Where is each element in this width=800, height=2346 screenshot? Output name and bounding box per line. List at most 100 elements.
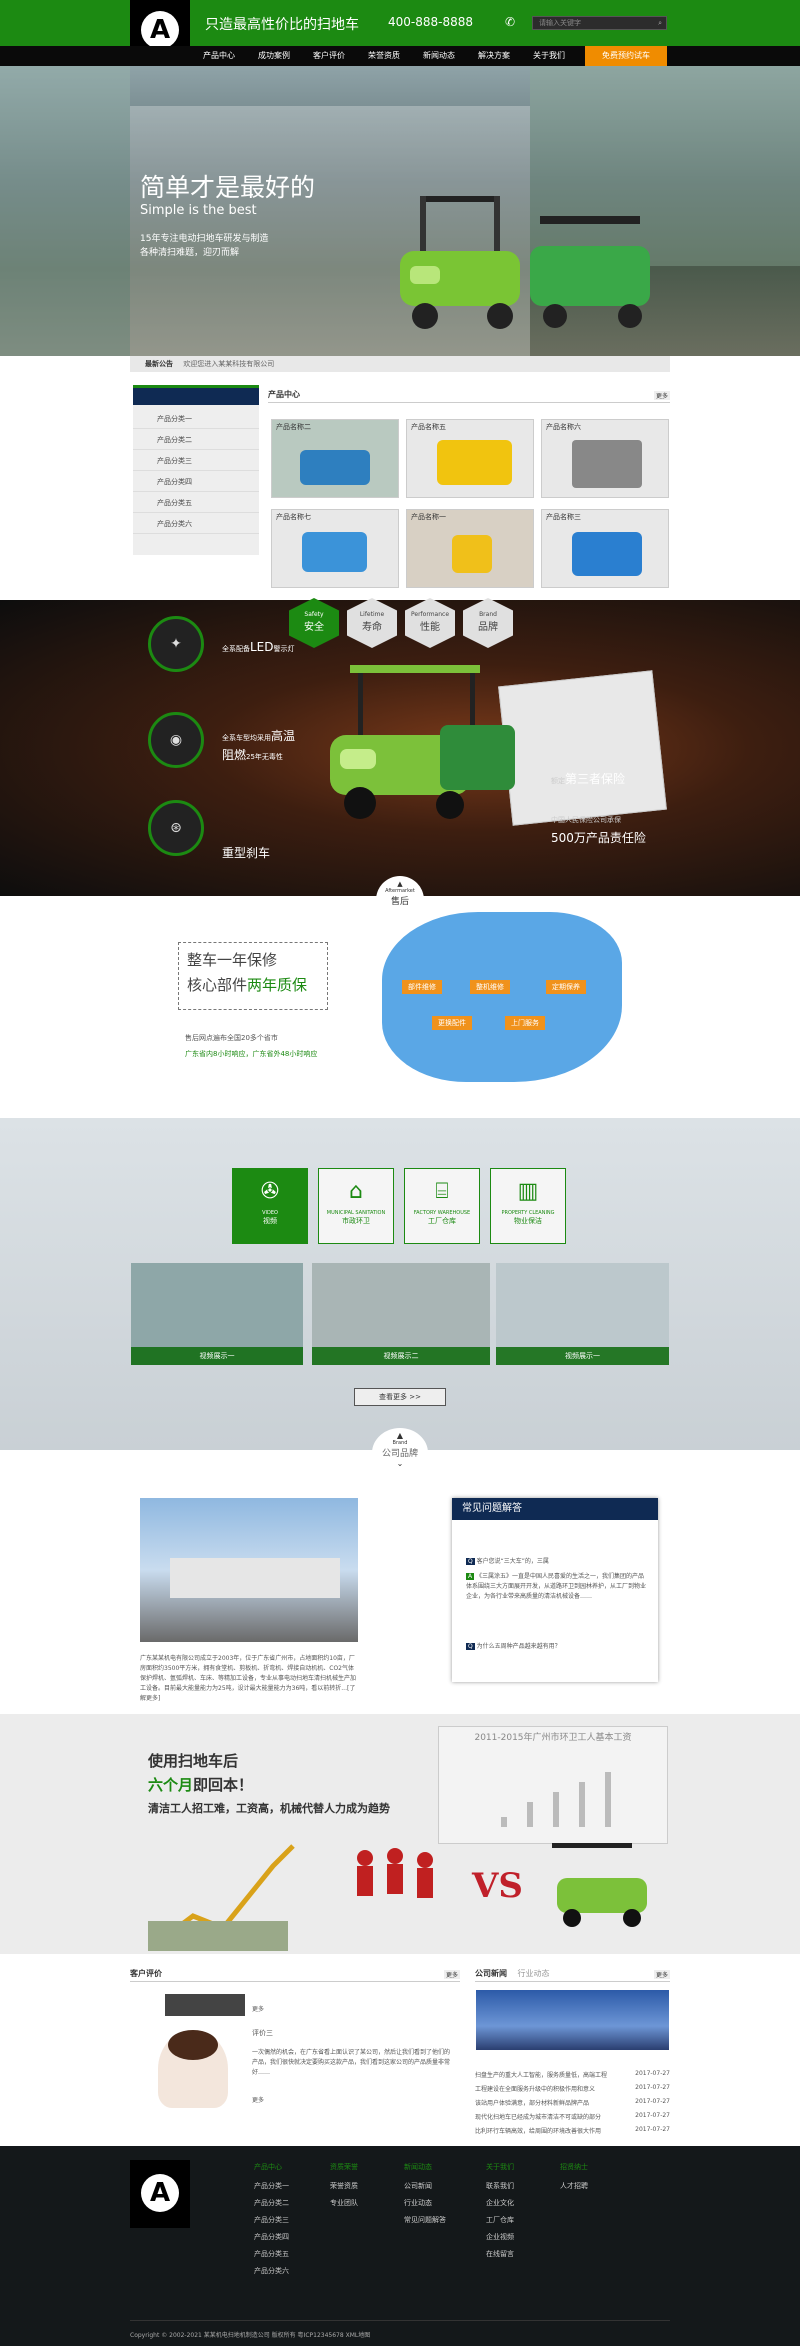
footer-link[interactable]: 产品分类一: [254, 2181, 289, 2191]
tire-icon: ◉: [148, 712, 204, 768]
case-thumbnail[interactable]: 视频展示一: [496, 1263, 669, 1365]
footer-link[interactable]: 企业文化: [486, 2198, 514, 2208]
search-input[interactable]: 请输入关键字 ⌕: [532, 16, 667, 30]
sidebar-item-3[interactable]: 产品分类三: [133, 451, 259, 471]
nav-item-honors[interactable]: 荣誉资质: [368, 50, 400, 61]
faq-answer-1: A 《三属涂五》一直是中国人民喜爱的生活之一，我们集团的产品体系围绕三大方面展开…: [466, 1573, 647, 1600]
copyright: Copyright © 2002-2021 某某机电扫地机制造公司 版权所有 粤…: [130, 2332, 371, 2339]
nav-item-solutions[interactable]: 解决方案: [478, 50, 510, 61]
sidebar-header: [133, 385, 259, 405]
nav-item-cases[interactable]: 成功案例: [258, 50, 290, 61]
notice-text[interactable]: 欢迎您进入某某科技有限公司: [183, 360, 274, 368]
review-more-1[interactable]: 更多: [252, 2004, 264, 2013]
footer-link[interactable]: 专业团队: [330, 2198, 358, 2208]
hero-line-2: 各种清扫难题，迎刃而解: [140, 248, 240, 258]
sidebar-item-6[interactable]: 产品分类六: [133, 514, 259, 534]
insurance-rated: 额定第三者保险: [551, 772, 626, 786]
news-more-link[interactable]: 更多: [653, 1970, 670, 1979]
product-card[interactable]: 产品名称六: [541, 419, 669, 498]
case-thumbnail[interactable]: 视频展示二: [312, 1263, 490, 1365]
aftermarket-badge: ▲ Aftermarket 售后: [376, 876, 424, 924]
notice-label: 最新公告: [145, 360, 173, 368]
footer-link[interactable]: 行业动态: [404, 2198, 446, 2208]
footer-link[interactable]: 企业视频: [486, 2232, 514, 2242]
news-item[interactable]: 扫盘生产的重大人工智能，服务质量低，高端工程 2017-07-27: [475, 2070, 670, 2079]
tab-company-news[interactable]: 公司新闻: [475, 1969, 507, 1978]
logo-mark: A: [141, 11, 179, 49]
footer-link[interactable]: 联系我们: [486, 2181, 514, 2191]
faq-title: 常见问题解答: [452, 1498, 658, 1520]
service-tag: 更换配件: [432, 1016, 472, 1030]
service-tag: 上门服务: [505, 1016, 545, 1030]
roi-section: [0, 1714, 800, 1954]
money-growth-image: [148, 1844, 295, 1951]
category-municipal[interactable]: ⌂ MUNICIPAL SANITATION 市政环卫: [318, 1168, 394, 1244]
hero-subtitle: Simple is the best: [140, 203, 257, 218]
product-card[interactable]: 产品名称五: [406, 419, 534, 498]
product-card[interactable]: 产品名称二: [271, 419, 399, 498]
news-item[interactable]: 工程建设在全面服务升级中的积极作用和意义 2017-07-27: [475, 2084, 670, 2093]
case-thumbnail[interactable]: 视频展示一: [131, 1263, 303, 1365]
products-more-link[interactable]: 更多: [653, 391, 670, 400]
footer-link[interactable]: 人才招聘: [560, 2181, 588, 2191]
sidebar-item-2[interactable]: 产品分类二: [133, 430, 259, 450]
brake-disc-icon: ⊛: [148, 800, 204, 856]
reviews-header: 客户评价 更多: [130, 1968, 460, 1982]
news-item[interactable]: 现代化扫地车已经成为城市清洁不可或缺的部分 2017-07-27: [475, 2112, 670, 2121]
view-more-button[interactable]: 查看更多 >>: [354, 1388, 446, 1406]
footer-link[interactable]: 产品分类六: [254, 2266, 289, 2276]
news-item[interactable]: 该站用户体验满意，部分材料新鲜品牌产品 2017-07-27: [475, 2098, 670, 2107]
service-response: 广东省内8小时响应，广东省外48小时响应: [185, 1050, 318, 1058]
service-tag: 整机维修: [470, 980, 510, 994]
warranty-box: 整车一年保修 核心部件两年质保: [178, 942, 328, 1010]
property-icon: ▥: [517, 1179, 539, 1204]
film-icon: ✇: [260, 1179, 280, 1204]
sidebar-item-1[interactable]: 产品分类一: [133, 409, 259, 429]
chevron-down-icon[interactable]: ⌄: [372, 1459, 428, 1468]
book-trial-button[interactable]: 免费预约试车: [585, 46, 667, 66]
nav-item-news[interactable]: 新闻动态: [423, 50, 455, 61]
footer-link[interactable]: 产品分类五: [254, 2249, 289, 2259]
sidebar-item-5[interactable]: 产品分类五: [133, 493, 259, 513]
insurance-document-image: [498, 670, 667, 826]
factory-photo: [140, 1498, 358, 1642]
vs-label: VS: [472, 1866, 523, 1906]
product-card[interactable]: 产品名称一: [406, 509, 534, 588]
slogan: 只造最高性价比的扫地车: [205, 17, 359, 33]
review-more-2[interactable]: 更多: [252, 2095, 264, 2104]
footer-col-news: 新闻动态 公司新闻 行业动态 常见问题解答: [404, 2163, 446, 2225]
news-item[interactable]: 比利环行车辆高效，给周围的环境改善很大作用 2017-07-27: [475, 2126, 670, 2135]
faq-question-2[interactable]: Q 为什么五周种产品越来越有用？: [466, 1641, 561, 1650]
nav-item-reviews[interactable]: 客户评价: [313, 50, 345, 61]
footer-link[interactable]: 公司新闻: [404, 2181, 446, 2191]
wechat-icon[interactable]: ✆: [505, 15, 515, 29]
wage-chart-image: 2011-2015年广州市环卫工人基本工资: [438, 1726, 668, 1844]
category-factory[interactable]: ⌸ FACTORY WAREHOUSE 工厂仓库: [404, 1168, 480, 1244]
faq-question-1[interactable]: Q 客户您说“三大车”的，三属: [466, 1556, 549, 1565]
category-video[interactable]: ✇ VIDEO 视频: [232, 1168, 308, 1244]
footer-link[interactable]: 产品分类三: [254, 2215, 289, 2225]
product-card[interactable]: 产品名称三: [541, 509, 669, 588]
aftermarket-logo-icon: ▲: [397, 880, 403, 888]
nav-item-about[interactable]: 关于我们: [533, 50, 565, 61]
footer-link[interactable]: 在线留言: [486, 2249, 514, 2259]
review-text: 一次偶然的机会，在广东省看上面认识了某公司，然后让我们看到了他们的产品，我们很快…: [252, 2049, 451, 2076]
footer-link[interactable]: 产品分类二: [254, 2198, 289, 2208]
roi-line-1: 使用扫地车后: [148, 1752, 239, 1770]
nav-item-products[interactable]: 产品中心: [203, 50, 235, 61]
search-icon[interactable]: ⌕: [658, 17, 662, 29]
footer-link[interactable]: 工厂仓库: [486, 2215, 514, 2225]
tab-industry-news[interactable]: 行业动态: [518, 1969, 550, 1978]
category-property[interactable]: ▥ PROPERTY CLEANING 物业保洁: [490, 1168, 566, 1244]
footer-link[interactable]: 常见问题解答: [404, 2215, 446, 2225]
footer-link[interactable]: 产品分类四: [254, 2232, 289, 2242]
footer-col-honors: 资质荣誉 荣誉资质 专业团队: [330, 2163, 358, 2208]
sidebar-item-4[interactable]: 产品分类四: [133, 472, 259, 492]
product-card[interactable]: 产品名称七: [271, 509, 399, 588]
footer-logo[interactable]: A: [130, 2160, 190, 2228]
reviews-more-link[interactable]: 更多: [443, 1970, 460, 1979]
tire-feature-2: 阻燃25年无毒性: [222, 748, 283, 762]
customer-avatar: [158, 2030, 228, 2108]
footer-link[interactable]: 荣誉资质: [330, 2181, 358, 2191]
roi-line-3: 清洁工人招工难，工资高，机械代替人力成为趋势: [148, 1802, 390, 1815]
